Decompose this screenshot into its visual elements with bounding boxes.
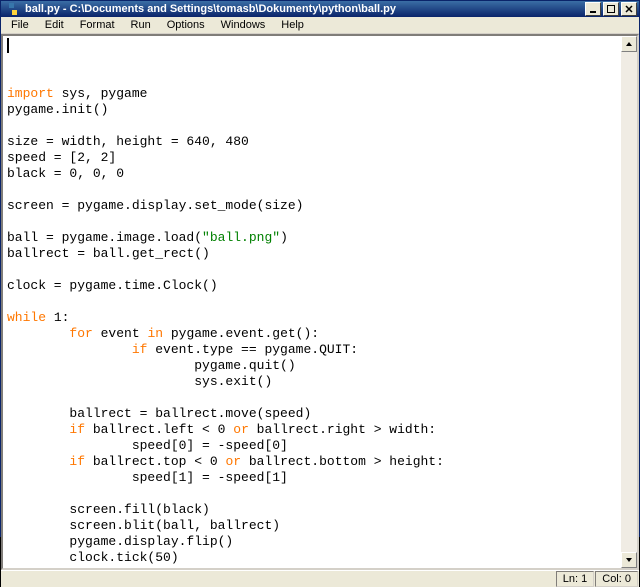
status-line: Ln: 1 <box>556 571 594 587</box>
code-line: speed[0] = -speed[0] <box>7 438 617 454</box>
code-line: clock.tick(50) <box>7 550 617 566</box>
menu-file[interactable]: File <box>3 17 37 33</box>
code-line <box>7 182 617 198</box>
code-line: sys.exit() <box>7 374 617 390</box>
code-line: ballrect = ball.get_rect() <box>7 246 617 262</box>
code-line: if event.type == pygame.QUIT: <box>7 342 617 358</box>
code-line: pygame.quit() <box>7 358 617 374</box>
minimize-button[interactable] <box>585 2 601 16</box>
code-line <box>7 118 617 134</box>
code-line: speed = [2, 2] <box>7 150 617 166</box>
menu-windows[interactable]: Windows <box>213 17 274 33</box>
maximize-button[interactable] <box>603 2 619 16</box>
vertical-scrollbar <box>621 36 637 568</box>
code-line <box>7 390 617 406</box>
editor-area: import sys, pygamepygame.init() size = w… <box>1 34 639 570</box>
menu-help[interactable]: Help <box>273 17 312 33</box>
code-line: pygame.init() <box>7 102 617 118</box>
code-line: if ballrect.top < 0 or ballrect.bottom >… <box>7 454 617 470</box>
code-line <box>7 214 617 230</box>
status-bar: Ln: 1 Col: 0 <box>1 570 639 587</box>
idle-window: ball.py - C:\Documents and Settings\toma… <box>0 0 640 537</box>
menu-run[interactable]: Run <box>123 17 159 33</box>
python-icon <box>5 1 21 17</box>
scroll-track[interactable] <box>621 52 637 552</box>
code-line: import sys, pygame <box>7 86 617 102</box>
code-line: while 1: <box>7 310 617 326</box>
code-line: screen.fill(black) <box>7 502 617 518</box>
code-line: for event in pygame.event.get(): <box>7 326 617 342</box>
code-editor[interactable]: import sys, pygamepygame.init() size = w… <box>3 36 621 568</box>
code-line: screen.blit(ball, ballrect) <box>7 518 617 534</box>
title-bar[interactable]: ball.py - C:\Documents and Settings\toma… <box>1 1 639 17</box>
code-line: if ballrect.left < 0 or ballrect.right >… <box>7 422 617 438</box>
menu-options[interactable]: Options <box>159 17 213 33</box>
menu-format[interactable]: Format <box>72 17 123 33</box>
window-controls <box>585 2 637 16</box>
menu-bar: File Edit Format Run Options Windows Hel… <box>1 17 639 34</box>
code-line <box>7 294 617 310</box>
status-col: Col: 0 <box>595 571 638 587</box>
scroll-up-button[interactable] <box>621 36 637 52</box>
code-line: ballrect = ballrect.move(speed) <box>7 406 617 422</box>
code-line: clock = pygame.time.Clock() <box>7 278 617 294</box>
code-line: speed[1] = -speed[1] <box>7 470 617 486</box>
close-button[interactable] <box>621 2 637 16</box>
window-title: ball.py - C:\Documents and Settings\toma… <box>25 3 585 15</box>
code-line: ball = pygame.image.load("ball.png") <box>7 230 617 246</box>
code-line: screen = pygame.display.set_mode(size) <box>7 198 617 214</box>
text-caret <box>7 38 9 53</box>
code-line: size = width, height = 640, 480 <box>7 134 617 150</box>
scroll-down-button[interactable] <box>621 552 637 568</box>
code-line <box>7 262 617 278</box>
code-line <box>7 486 617 502</box>
code-line: black = 0, 0, 0 <box>7 166 617 182</box>
code-line: pygame.display.flip() <box>7 534 617 550</box>
menu-edit[interactable]: Edit <box>37 17 72 33</box>
